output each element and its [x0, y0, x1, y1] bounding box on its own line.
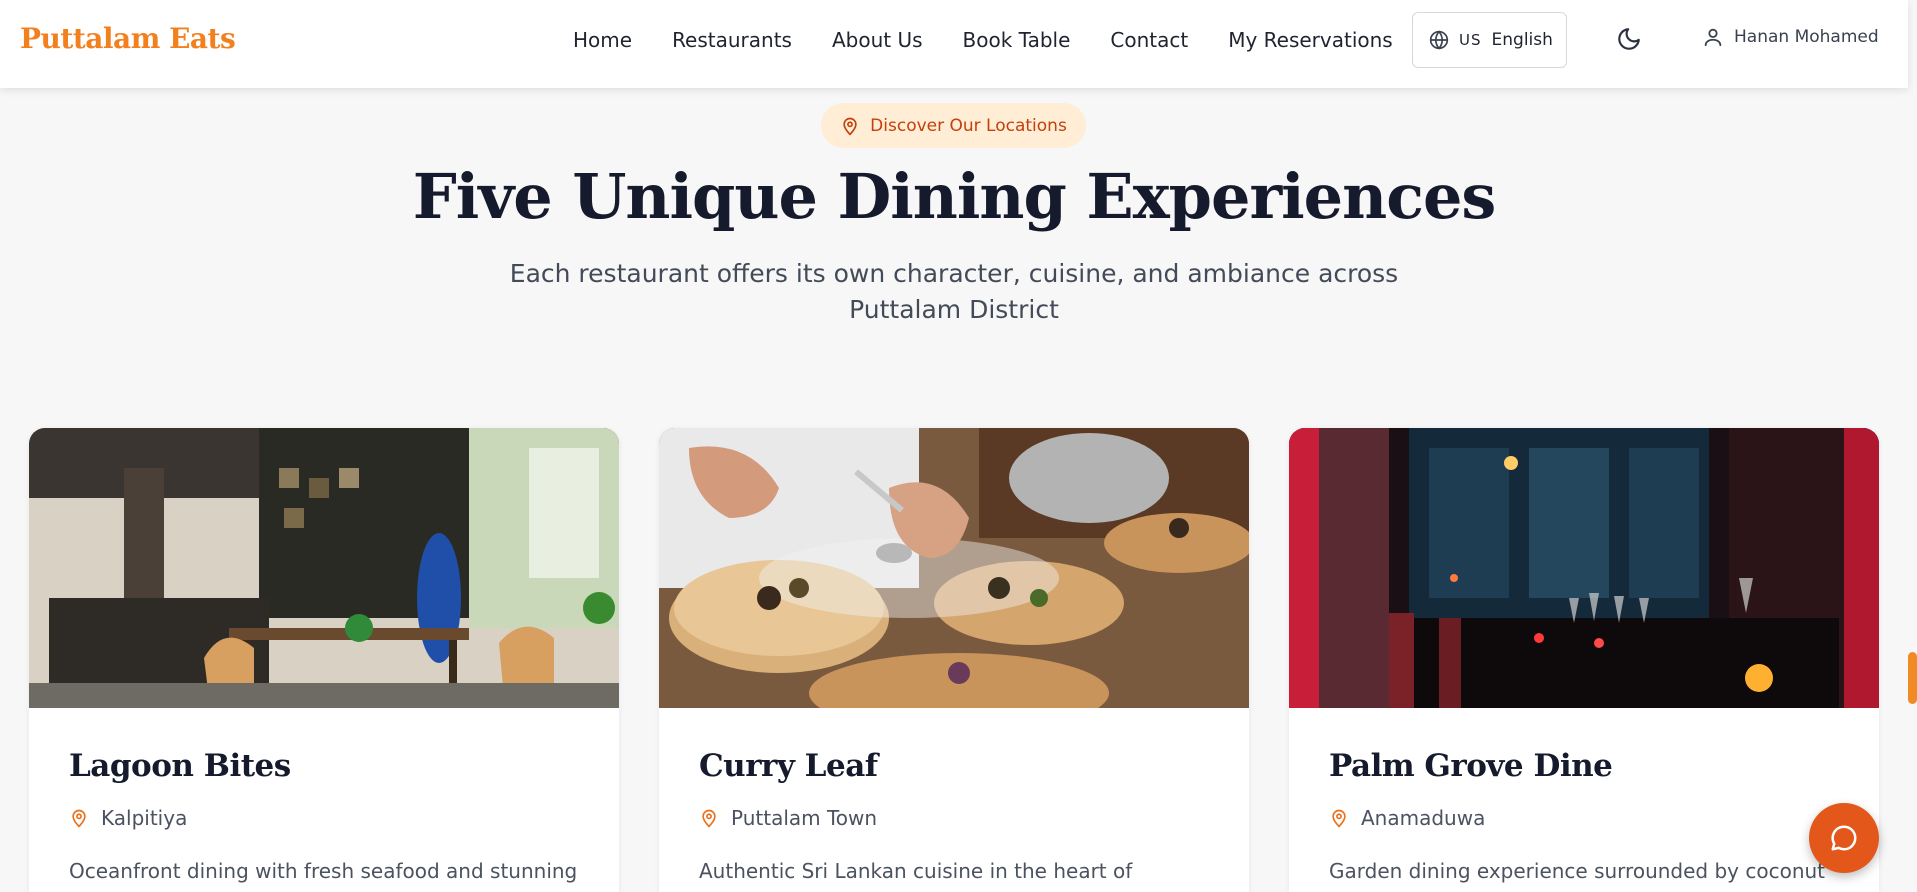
chat-bubble-icon [1831, 825, 1857, 851]
discover-locations-badge: Discover Our Locations [821, 103, 1086, 148]
theme-toggle-button[interactable] [1616, 26, 1644, 54]
map-pin-icon [72, 809, 86, 828]
restaurant-photo [659, 428, 1249, 708]
location-label: Kalpitiya [101, 806, 188, 830]
map-pin-icon [843, 117, 857, 135]
language-flag: US [1459, 31, 1482, 49]
main-nav: Home Restaurants About Us Book Table Con… [573, 28, 1433, 52]
nav-book-table[interactable]: Book Table [963, 28, 1071, 52]
restaurant-name[interactable]: Palm Grove Dine [1329, 748, 1613, 784]
scrollbar-thumb[interactable] [1908, 652, 1917, 704]
restaurant-description: Authentic Sri Lankan cuisine in the hear… [699, 859, 1133, 892]
nav-my-reservations[interactable]: My Reservations [1228, 28, 1393, 52]
badge-label: Discover Our Locations [870, 115, 1067, 136]
user-name: Hanan Mohamed [1734, 27, 1879, 47]
restaurant-location: Puttalam Town [699, 806, 877, 830]
nav-restaurants[interactable]: Restaurants [672, 28, 792, 52]
map-pin-icon [1332, 809, 1346, 828]
restaurant-photo [1289, 428, 1879, 708]
restaurant-description: Oceanfront dining with fresh seafood and… [69, 859, 578, 883]
location-label: Anamaduwa [1361, 806, 1486, 830]
nav-home[interactable]: Home [573, 28, 632, 52]
restaurant-photo [29, 428, 619, 708]
restaurant-description: Garden dining experience surrounded by c… [1329, 859, 1826, 883]
chat-button[interactable] [1809, 803, 1879, 873]
globe-icon [1429, 30, 1449, 50]
nav-about-us[interactable]: About Us [832, 28, 923, 52]
location-label: Puttalam Town [731, 806, 878, 830]
nav-contact[interactable]: Contact [1110, 28, 1188, 52]
restaurant-location: Anamaduwa [1329, 806, 1485, 830]
restaurant-name[interactable]: Curry Leaf [699, 748, 878, 784]
brand-logo[interactable]: Puttalam Eats [20, 22, 236, 55]
restaurant-card[interactable]: Lagoon Bites Kalpitiya Oceanfront dining… [29, 428, 619, 892]
user-icon [1704, 28, 1722, 47]
restaurant-card[interactable]: Palm Grove Dine Anamaduwa Garden dining … [1289, 428, 1879, 892]
language-label: English [1491, 30, 1553, 50]
moon-icon [1618, 28, 1640, 50]
top-navbar: Puttalam Eats Home Restaurants About Us … [0, 0, 1908, 88]
page-title: Five Unique Dining Experiences [412, 160, 1497, 233]
user-menu-button[interactable]: Hanan Mohamed [1702, 26, 1879, 48]
restaurant-card[interactable]: Curry Leaf Puttalam Town Authentic Sri L… [659, 428, 1249, 892]
restaurant-location: Kalpitiya [69, 806, 187, 830]
map-pin-icon [702, 809, 716, 828]
language-selector[interactable]: US English [1412, 12, 1567, 68]
restaurant-name[interactable]: Lagoon Bites [69, 748, 291, 784]
page-subtitle: Each restaurant offers its own character… [509, 259, 1399, 324]
